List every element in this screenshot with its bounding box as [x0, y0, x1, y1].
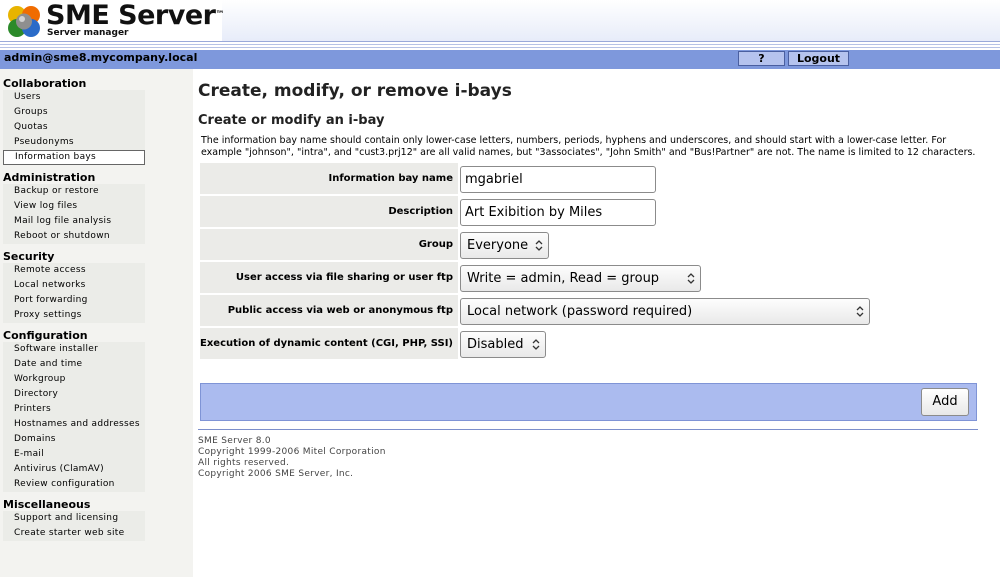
sidebar-item-support-and-licensing[interactable]: Support and licensing — [3, 511, 145, 526]
sidebar-item-information-bays[interactable]: Information bays — [3, 150, 145, 165]
footer-line: All rights reserved. — [198, 458, 290, 468]
footer-line: Copyright 1999-2006 Mitel Corporation — [198, 447, 386, 457]
sidebar-item-port-forwarding[interactable]: Port forwarding — [3, 293, 145, 308]
form-action-bar: Add — [200, 383, 977, 421]
sidebar-section-administration: Administration — [3, 171, 96, 184]
sidebar-item-directory[interactable]: Directory — [3, 387, 145, 402]
sidebar-item-users[interactable]: Users — [3, 90, 145, 105]
field-label: Information bay name — [200, 163, 458, 194]
dynamic-content-select[interactable]: Disabled — [460, 331, 546, 358]
sidebar-item-workgroup[interactable]: Workgroup — [3, 372, 145, 387]
sidebar-item-date-and-time[interactable]: Date and time — [3, 357, 145, 372]
public-access-select[interactable]: Local network (password required) — [460, 298, 870, 325]
sidebar-section-miscellaneous: Miscellaneous — [3, 498, 91, 511]
sidebar-item-mail-log-file-analysis[interactable]: Mail log file analysis — [3, 214, 145, 229]
help-button[interactable]: ? — [738, 51, 785, 66]
sidebar-item-view-log-files[interactable]: View log files — [3, 199, 145, 214]
form-row-dynamic-content: Execution of dynamic content (CGI, PHP, … — [200, 328, 980, 359]
brand-title: SME Server™ — [46, 0, 224, 31]
field-label: Group — [200, 229, 458, 260]
sidebar-item-local-networks[interactable]: Local networks — [3, 278, 145, 293]
section-title: Create or modify an i-bay — [198, 113, 385, 128]
sidebar-item-pseudonyms[interactable]: Pseudonyms — [3, 135, 145, 150]
dynamic-content-select-value: Disabled — [467, 337, 524, 352]
sidebar-item-antivirus-clamav[interactable]: Antivirus (ClamAV) — [3, 462, 145, 477]
sidebar-item-groups[interactable]: Groups — [3, 105, 145, 120]
user-access-select[interactable]: Write = admin, Read = group — [460, 265, 701, 292]
form-row-description: Description Art Exibition by Miles — [200, 196, 980, 227]
form-row-name: Information bay name mgabriel — [200, 163, 980, 194]
select-arrows-icon — [856, 306, 864, 317]
main-content: Create, modify, or remove i-bays Create … — [193, 69, 1000, 577]
form-row-user-access: User access via file sharing or user ftp… — [200, 262, 980, 293]
sidebar-item-reboot-or-shutdown[interactable]: Reboot or shutdown — [3, 229, 145, 244]
logout-button[interactable]: Logout — [788, 51, 849, 66]
sidebar-section-security: Security — [3, 250, 55, 263]
select-arrows-icon — [535, 240, 543, 251]
description-input[interactable]: Art Exibition by Miles — [460, 199, 656, 226]
group-select[interactable]: Everyone — [460, 232, 549, 259]
ibay-name-help-text: The information bay name should contain … — [201, 135, 976, 158]
sidebar-item-remote-access[interactable]: Remote access — [3, 263, 145, 278]
footer-divider — [198, 429, 978, 430]
sidebar-item-printers[interactable]: Printers — [3, 402, 145, 417]
sidebar-item-software-installer[interactable]: Software installer — [3, 342, 145, 357]
select-arrows-icon — [532, 339, 540, 350]
form-row-group: Group Everyone — [200, 229, 980, 260]
footer-line: Copyright 2006 SME Server, Inc. — [198, 469, 354, 479]
field-label: User access via file sharing or user ftp — [200, 262, 458, 293]
ibay-name-input[interactable]: mgabriel — [460, 166, 656, 193]
header: SME Server™ Server manager — [0, 0, 1000, 42]
footer: SME Server 8.0 Copyright 1999-2006 Mitel… — [198, 436, 386, 480]
form-row-public-access: Public access via web or anonymous ftp L… — [200, 295, 980, 326]
field-label: Execution of dynamic content (CGI, PHP, … — [200, 328, 458, 359]
group-select-value: Everyone — [467, 238, 529, 253]
sidebar-item-review-configuration[interactable]: Review configuration — [3, 477, 145, 492]
field-label: Public access via web or anonymous ftp — [200, 295, 458, 326]
sidebar: Collaboration Users Groups Quotas Pseudonyms… — [0, 69, 193, 577]
sidebar-item-e-mail[interactable]: E-mail — [3, 447, 145, 462]
sidebar-item-backup-or-restore[interactable]: Backup or restore — [3, 184, 145, 199]
footer-line: SME Server 8.0 — [198, 436, 271, 446]
divider — [0, 44, 1000, 45]
sidebar-item-hostnames-and-addresses[interactable]: Hostnames and addresses — [3, 417, 145, 432]
sidebar-item-create-starter-web-site[interactable]: Create starter web site — [3, 526, 145, 541]
sidebar-item-quotas[interactable]: Quotas — [3, 120, 145, 135]
sidebar-item-proxy-settings[interactable]: Proxy settings — [3, 308, 145, 323]
page-title: Create, modify, or remove i-bays — [198, 81, 512, 101]
top-bar: admin@sme8.mycompany.local ? Logout — [0, 50, 1000, 69]
brand-subtitle: Server manager — [47, 28, 129, 38]
user-access-select-value: Write = admin, Read = group — [467, 271, 660, 286]
field-label: Description — [200, 196, 458, 227]
divider — [0, 47, 1000, 48]
sidebar-section-configuration: Configuration — [3, 329, 88, 342]
sidebar-section-collaboration: Collaboration — [3, 77, 87, 90]
logged-in-user: admin@sme8.mycompany.local — [4, 51, 198, 64]
sme-logo-icon — [8, 6, 40, 37]
header-gradient — [222, 0, 1000, 41]
sidebar-item-domains[interactable]: Domains — [3, 432, 145, 447]
select-arrows-icon — [687, 273, 695, 284]
add-button[interactable]: Add — [921, 388, 969, 416]
public-access-select-value: Local network (password required) — [467, 304, 693, 319]
